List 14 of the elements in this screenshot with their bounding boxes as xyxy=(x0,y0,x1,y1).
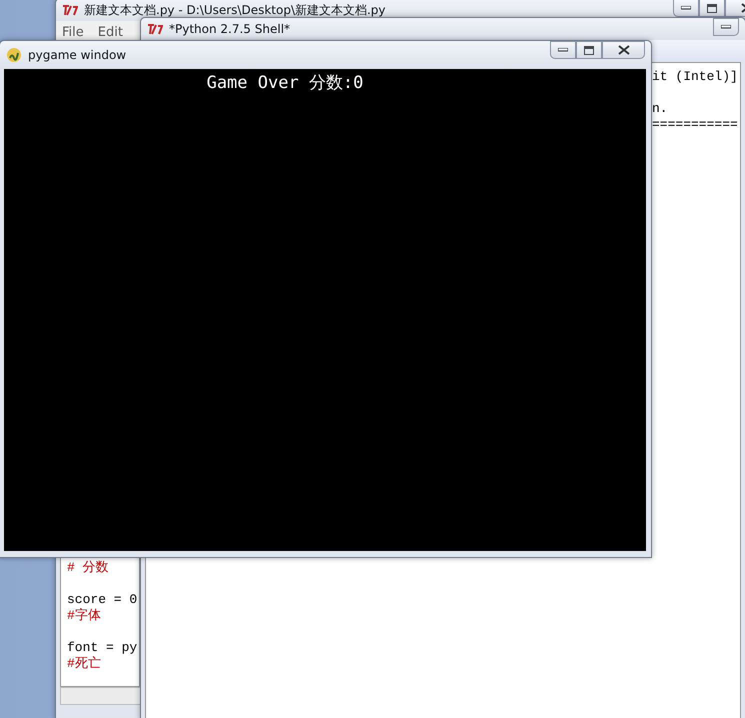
code-comment: #字体 xyxy=(67,608,101,624)
output-line: =========== xyxy=(652,117,738,133)
menu-item[interactable]: Edit xyxy=(98,24,123,40)
window-title: pygame window xyxy=(28,48,126,62)
code-comment: # 分数 xyxy=(67,560,109,576)
output-line: it (Intel)] xyxy=(652,69,738,85)
output-line: n. xyxy=(652,101,668,117)
code-line: score = 0 xyxy=(67,592,138,608)
window-title: *Python 2.7.5 Shell* xyxy=(169,22,290,36)
menu-item[interactable]: File xyxy=(62,24,84,40)
code-comment: #死亡 xyxy=(67,656,101,672)
window-title: 新建文本文档.py - D:\Users\Desktop\新建文本文档.py xyxy=(84,2,386,18)
game-over-text: Game Over 分数:0 xyxy=(206,72,364,93)
code-line: font = py xyxy=(67,640,138,656)
